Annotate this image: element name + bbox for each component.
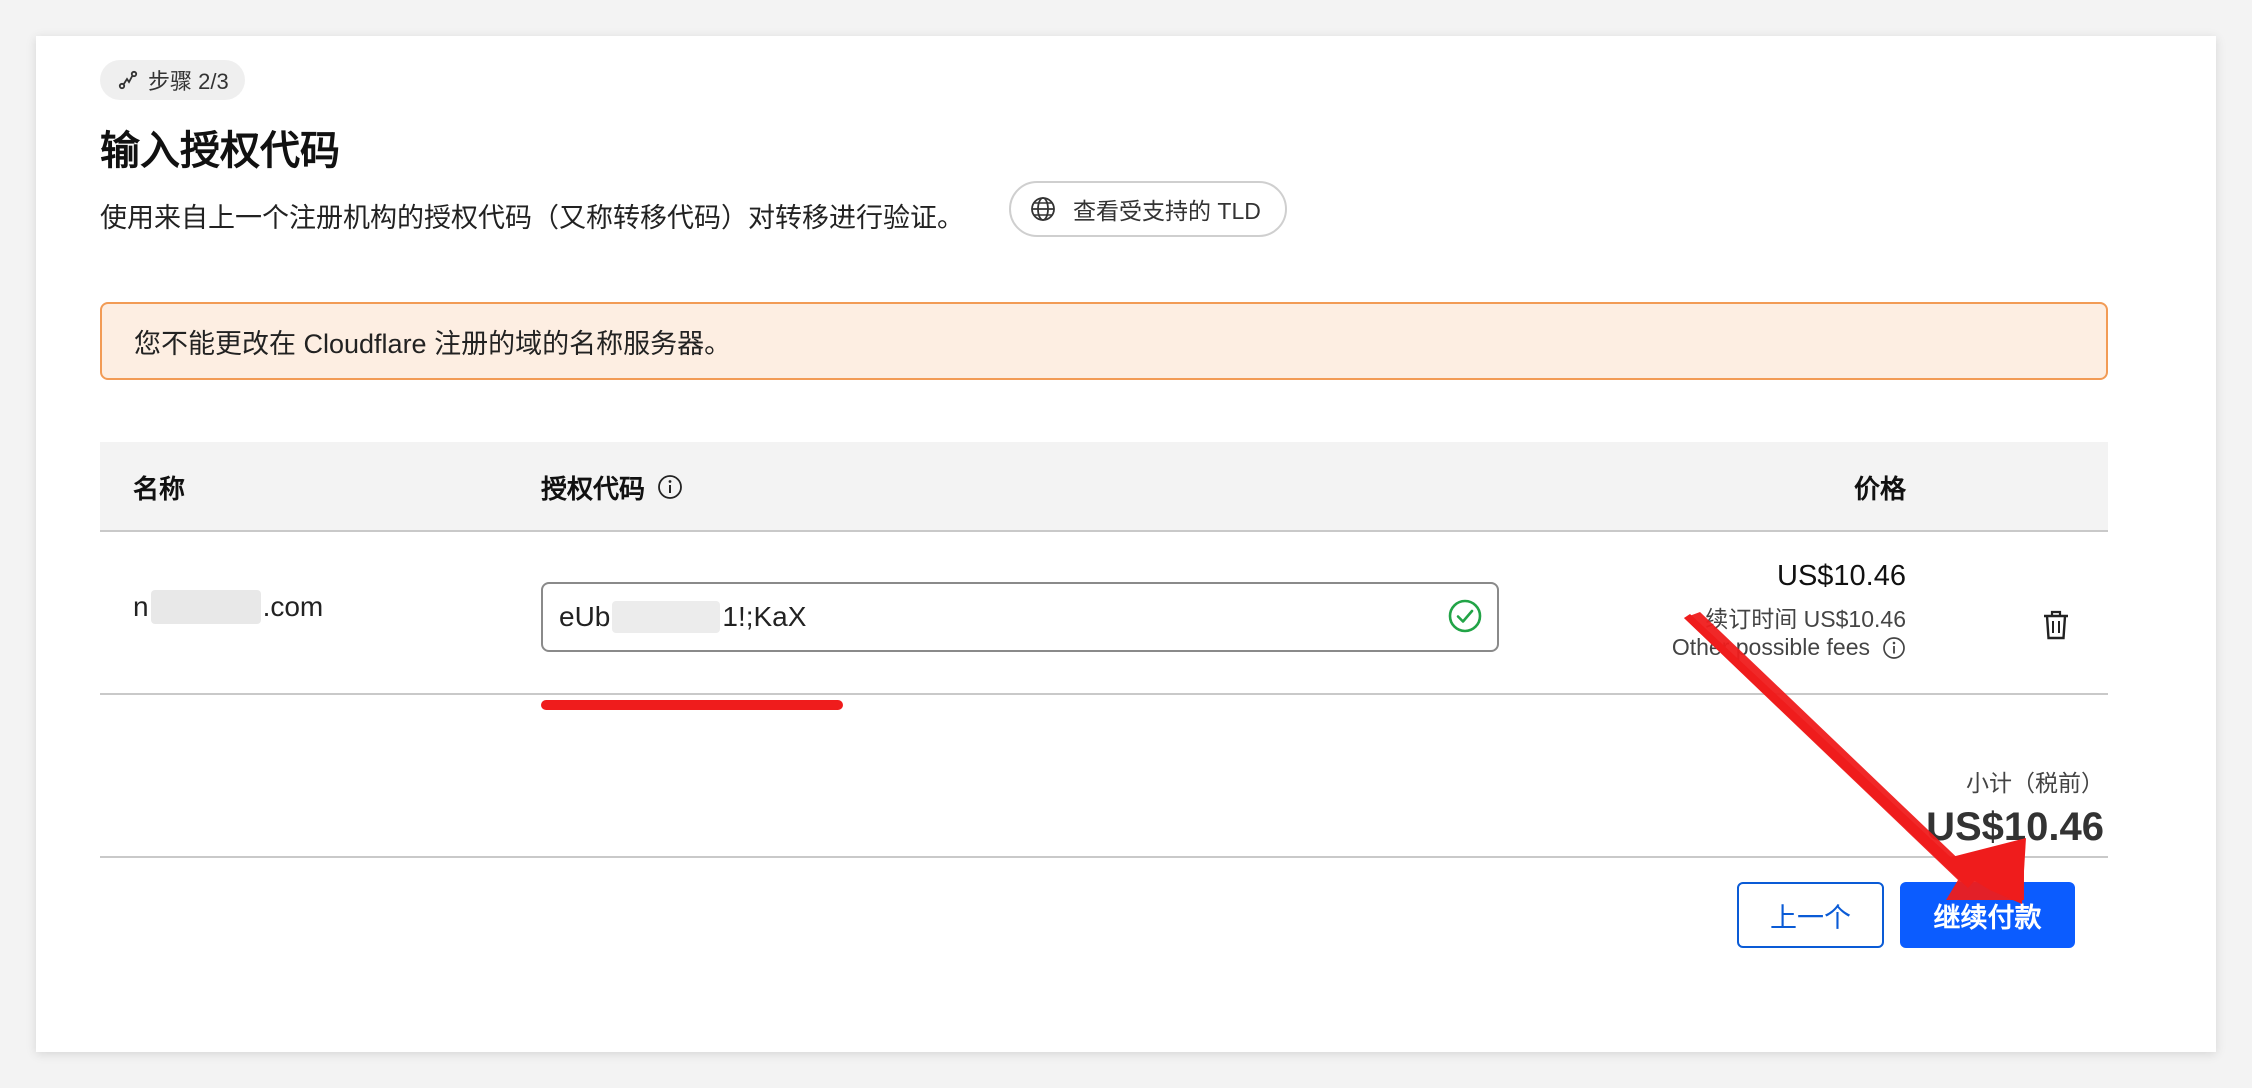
other-fees: Other possible fees <box>1672 634 1906 661</box>
column-header-auth-code: 授权代码 <box>541 442 683 532</box>
domain-suffix: .com <box>262 591 324 622</box>
auth-code-input[interactable]: eUb 1!;KaX <box>541 582 1499 652</box>
page-title: 输入授权代码 <box>100 129 340 173</box>
subtotal-value: US$10.46 <box>1926 805 2104 849</box>
other-fees-label: Other possible fees <box>1671 634 1870 660</box>
trash-icon[interactable] <box>2041 609 2071 641</box>
annotation-underline <box>541 700 843 710</box>
info-icon[interactable] <box>1882 636 1906 660</box>
auth-code-prefix: eUb <box>559 601 611 632</box>
tld-button-label: 查看受支持的 TLD <box>1073 198 1261 224</box>
column-header-name: 名称 <box>133 473 186 504</box>
table-row: n .com eUb 1!;KaX US$10.46 续订时间 US$10.46… <box>100 532 2108 710</box>
info-icon[interactable] <box>657 474 683 500</box>
divider <box>100 856 2108 858</box>
globe-icon <box>1031 197 1055 221</box>
view-supported-tld-button[interactable]: 查看受支持的 TLD <box>1009 181 1287 237</box>
route-icon <box>118 70 138 90</box>
check-circle-icon <box>1448 599 1482 633</box>
continue-payment-button[interactable]: 继续付款 <box>1900 882 2075 948</box>
warning-alert: 您不能更改在 Cloudflare 注册的域的名称服务器。 <box>100 302 2108 380</box>
domain-name: n .com <box>133 590 323 624</box>
page-description: 使用来自上一个注册机构的授权代码（又称转移代码）对转移进行验证。 <box>100 203 964 233</box>
alert-text: 您不能更改在 Cloudflare 注册的域的名称服务器。 <box>134 328 732 359</box>
previous-button[interactable]: 上一个 <box>1737 882 1884 948</box>
table-header: 名称 授权代码 价格 <box>100 442 2108 532</box>
column-header-price: 价格 <box>1853 473 1906 504</box>
domain-prefix: n <box>133 591 149 622</box>
redacted-area <box>612 601 721 633</box>
subtotal-label: 小计（税前） <box>1966 770 2104 796</box>
step-indicator: 步骤 2/3 <box>100 60 245 100</box>
price-value: US$10.46 <box>1777 560 1906 592</box>
redacted-area <box>150 590 261 624</box>
step-label: 步骤 2/3 <box>148 69 229 94</box>
auth-code-header-label: 授权代码 <box>541 473 646 504</box>
auth-code-suffix: 1!;KaX <box>722 601 807 632</box>
renewal-price: 续订时间 US$10.46 <box>1705 606 1906 632</box>
